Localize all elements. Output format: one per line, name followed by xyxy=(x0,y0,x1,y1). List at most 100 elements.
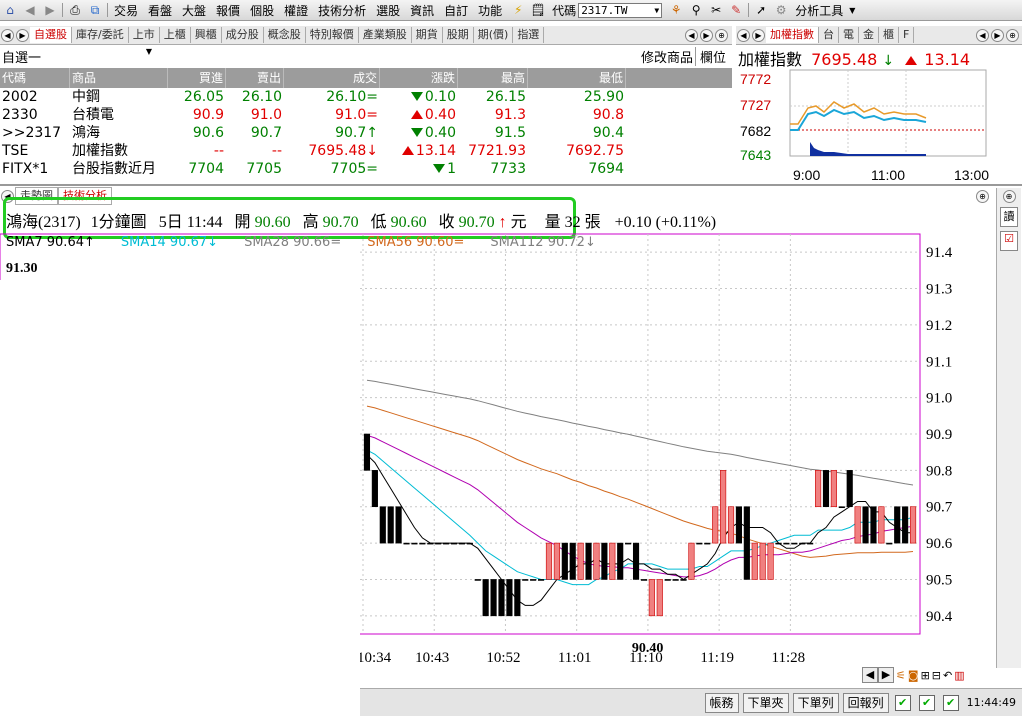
tab-industry[interactable]: 產業類股 xyxy=(359,27,412,43)
table-row[interactable]: 2002 中鋼 26.05 26.10 26.10= 0.10 26.15 25.90 xyxy=(0,88,732,106)
status-checkbox[interactable]: ✔ xyxy=(918,694,935,711)
period-label[interactable]: 1分鐘圖 xyxy=(91,214,147,231)
settings-icon[interactable]: ⚙ xyxy=(773,2,789,18)
print-icon[interactable]: ⎙ xyxy=(67,2,83,18)
scroll-right-icon[interactable]: ▶ xyxy=(878,667,894,683)
tab-fin[interactable]: 金 xyxy=(859,27,879,43)
menu-function[interactable]: 功能 xyxy=(478,2,502,19)
code-input[interactable]: 2317.TW ▼ xyxy=(578,2,663,18)
menu-warrant[interactable]: 權證 xyxy=(284,2,308,19)
order-folder-button[interactable]: 下單夾 xyxy=(742,692,789,713)
zoom-icon[interactable]: ⊕ xyxy=(976,189,989,203)
table-row[interactable]: >>2317 鴻海 90.6 90.7 90.7↑ 0.40 91.5 90.4 xyxy=(0,124,732,142)
header-high[interactable]: 最高 xyxy=(458,68,528,88)
menu-stock[interactable]: 個股 xyxy=(250,2,274,19)
tab-more-icon[interactable]: ◀ xyxy=(685,28,698,42)
rss-icon[interactable]: ⚘ xyxy=(668,2,684,18)
tab-next-icon[interactable]: ▶ xyxy=(16,28,29,42)
tab-next-icon[interactable]: ▶ xyxy=(752,28,765,42)
checklist-icon[interactable]: ☑ xyxy=(1000,231,1018,251)
order-bar-button[interactable]: 下單列 xyxy=(792,692,839,713)
menu-technical[interactable]: 技術分析 xyxy=(318,2,366,19)
status-checkbox[interactable]: ✔ xyxy=(942,694,959,711)
header-ask[interactable]: 賣出 xyxy=(226,68,284,88)
table-row[interactable]: 2330 台積電 90.9 91.0 91.0= 0.40 91.3 90.8 xyxy=(0,106,732,124)
zoom-icon[interactable]: ⊕ xyxy=(1006,28,1019,42)
tab-inventory[interactable]: 庫存/委託 xyxy=(72,27,129,43)
tab-next-icon[interactable]: ▶ xyxy=(991,28,1004,42)
header-last[interactable]: 成交 xyxy=(284,68,380,88)
tab-prev-icon[interactable]: ◀ xyxy=(976,28,989,42)
tab-watchlist[interactable]: 自選股 xyxy=(30,27,72,43)
note-icon[interactable]: 🗒 xyxy=(530,2,546,18)
header-low[interactable]: 最低 xyxy=(528,68,626,88)
tab-listed[interactable]: 上市 xyxy=(129,27,160,43)
tab-components[interactable]: 成分股 xyxy=(222,27,264,43)
header-bid[interactable]: 買進 xyxy=(168,68,226,88)
tab-tw[interactable]: 台 xyxy=(819,27,839,43)
cursor-icon[interactable]: ➚ xyxy=(753,2,769,18)
tab-prev-icon[interactable]: ◀ xyxy=(737,28,750,42)
table-row[interactable]: TSE 加權指數 -- -- 7695.48↓ 13.14 7721.93 7692.75 xyxy=(0,142,732,160)
camera-icon[interactable]: ◙ xyxy=(908,669,919,682)
table-row[interactable]: FITX*1 台股指數近月 7704 7705 7705= 1 7733 7694 xyxy=(0,160,732,178)
tab-concept[interactable]: 概念股 xyxy=(264,27,306,43)
chevron-down-icon[interactable]: ▼ xyxy=(654,6,659,15)
zoom-in-icon[interactable]: ⊞ xyxy=(921,669,930,682)
back-icon[interactable]: ◀ xyxy=(22,2,38,18)
tab-emerging[interactable]: 興櫃 xyxy=(191,27,222,43)
tab-otc[interactable]: 上櫃 xyxy=(160,27,191,43)
candle xyxy=(443,542,450,545)
header-code[interactable]: 代碼 xyxy=(0,68,70,88)
home-icon[interactable]: ⌂ xyxy=(2,2,18,18)
chevron-down-icon[interactable]: ▼ xyxy=(146,47,152,66)
close-value: 90.70 xyxy=(458,214,495,231)
tab-f[interactable]: F xyxy=(899,27,915,43)
menu-info[interactable]: 資訊 xyxy=(410,2,434,19)
menu-screener[interactable]: 選股 xyxy=(376,2,400,19)
tab-taiex[interactable]: 加權指數 xyxy=(766,27,819,43)
watchlist-name: 自選一 xyxy=(2,50,42,66)
tab-index-options[interactable]: 指選 xyxy=(513,27,545,43)
edit-items-button[interactable]: 修改商品 xyxy=(639,46,696,66)
zoom-icon[interactable]: ⊕ xyxy=(1002,190,1016,203)
tag-icon[interactable]: ✎ xyxy=(728,2,744,18)
side-tool-button[interactable]: 讀 xyxy=(1000,207,1018,227)
bar-chart-icon[interactable]: ▥ xyxy=(954,669,964,682)
watchlist-select[interactable]: 自選一 ▼ xyxy=(0,47,152,66)
menu-view[interactable]: 看盤 xyxy=(148,2,172,19)
columns-button[interactable]: 欄位 xyxy=(696,47,732,66)
lightning-icon[interactable]: ⚡ xyxy=(510,2,526,18)
menu-trade[interactable]: 交易 xyxy=(114,2,138,19)
analysis-tools-menu[interactable]: 分析工具 xyxy=(795,2,843,19)
status-checkbox[interactable]: ✔ xyxy=(894,694,911,711)
popout-icon[interactable]: ⧉ xyxy=(87,2,103,18)
tab-futures[interactable]: 期貨 xyxy=(412,27,443,43)
chart-tool-icon[interactable]: ⚟ xyxy=(896,669,906,682)
search-icon[interactable]: ⚲ xyxy=(688,2,704,18)
zoom-icon[interactable]: ⊕ xyxy=(715,28,728,42)
header-change[interactable]: 漲跌 xyxy=(380,68,458,88)
forward-icon[interactable]: ▶ xyxy=(42,2,58,18)
tab-stock-futures[interactable]: 股期 xyxy=(443,27,474,43)
report-bar-button[interactable]: 回報列 xyxy=(842,692,889,713)
low-value: 90.60 xyxy=(390,214,427,231)
header-name[interactable]: 商品 xyxy=(70,68,168,88)
account-button[interactable]: 帳務 xyxy=(704,692,739,713)
menu-market[interactable]: 大盤 xyxy=(182,2,206,19)
scroll-left-icon[interactable]: ◀ xyxy=(862,667,878,683)
tab-elec[interactable]: 電 xyxy=(839,27,859,43)
tab-more-icon[interactable]: ▶ xyxy=(700,28,713,42)
y-tick-label: 90.4 xyxy=(926,609,953,625)
tab-futures-price[interactable]: 期(價) xyxy=(474,27,514,43)
chevron-down-icon[interactable]: ▼ xyxy=(849,6,855,15)
quote-rows: 2002 中鋼 26.05 26.10 26.10= 0.10 26.15 25.90 2330… xyxy=(0,88,732,178)
tab-prev-icon[interactable]: ◀ xyxy=(1,28,14,42)
tab-special[interactable]: 特別報價 xyxy=(306,27,359,43)
zoom-out-icon[interactable]: ⊟ xyxy=(932,669,941,682)
menu-custom[interactable]: 自訂 xyxy=(444,2,468,19)
undo-icon[interactable]: ↶ xyxy=(943,669,952,682)
tab-otc-index[interactable]: 櫃 xyxy=(879,27,899,43)
menu-quote[interactable]: 報價 xyxy=(216,2,240,19)
tools-icon[interactable]: ✂ xyxy=(708,2,724,18)
